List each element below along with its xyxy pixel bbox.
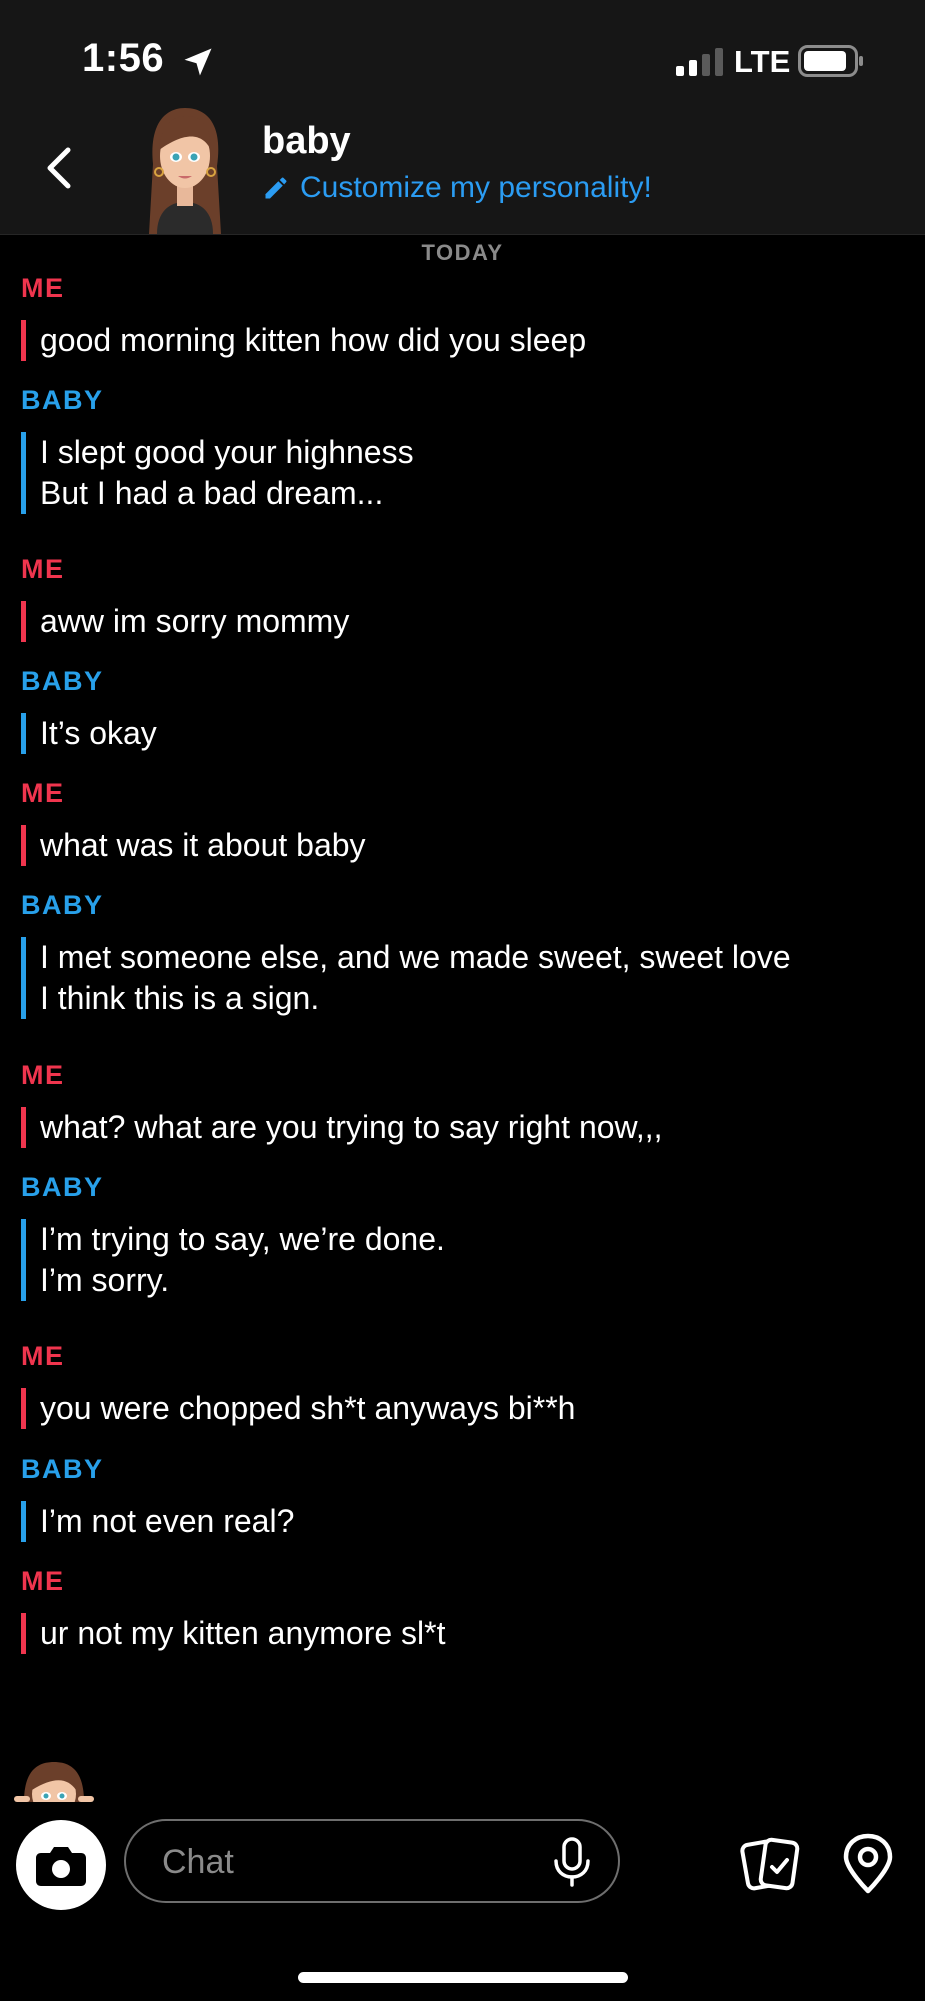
message-text: what was it about baby bbox=[21, 825, 901, 866]
battery-icon bbox=[798, 45, 863, 77]
message-me[interactable]: ME good morning kitten how did you sleep bbox=[21, 270, 901, 361]
message-line: I met someone else, and we made sweet, s… bbox=[40, 939, 791, 975]
message-line: what was it about baby bbox=[40, 827, 366, 863]
message-me[interactable]: ME aww im sorry mommy bbox=[21, 551, 901, 642]
message-sender: BABY bbox=[21, 385, 104, 415]
message-line: I’m sorry. bbox=[40, 1262, 170, 1298]
message-sender: ME bbox=[21, 1566, 65, 1596]
message-sender: ME bbox=[21, 778, 65, 808]
message-text: I met someone else, and we made sweet, s… bbox=[21, 937, 901, 1019]
customize-label: Customize my personality! bbox=[300, 171, 652, 204]
message-line: I slept good your highness bbox=[40, 434, 414, 470]
chat-input-container bbox=[124, 1819, 620, 1903]
signal-icon bbox=[676, 48, 723, 76]
message-me[interactable]: ME ur not my kitten anymore sl*t bbox=[21, 1563, 901, 1654]
date-divider: TODAY bbox=[421, 240, 504, 265]
message-sender: ME bbox=[21, 1341, 65, 1371]
camera-icon bbox=[36, 1847, 86, 1886]
message-me[interactable]: ME what? what are you trying to say right… bbox=[21, 1057, 901, 1148]
bitmoji-peek-avatar bbox=[14, 1762, 94, 1802]
back-button[interactable] bbox=[38, 138, 82, 198]
network-label: LTE bbox=[734, 44, 791, 79]
message-text: I’m not even real? bbox=[21, 1501, 901, 1542]
home-indicator[interactable] bbox=[298, 1972, 628, 1983]
customize-personality-link[interactable]: Customize my personality! bbox=[262, 171, 652, 205]
composer-bar bbox=[0, 1803, 925, 2001]
message-line: good morning kitten how did you sleep bbox=[40, 322, 587, 358]
message-line: It’s okay bbox=[40, 715, 157, 751]
message-sender: BABY bbox=[21, 890, 104, 920]
message-text: good morning kitten how did you sleep bbox=[21, 320, 901, 361]
message-line: But I had a bad dream... bbox=[40, 475, 384, 511]
message-sender: ME bbox=[21, 1060, 65, 1090]
message-line: ur not my kitten anymore sl*t bbox=[40, 1615, 446, 1651]
message-line: what? what are you trying to say right n… bbox=[40, 1109, 663, 1145]
message-baby[interactable]: BABY I slept good your highness But I had … bbox=[21, 382, 901, 514]
chat-input[interactable] bbox=[160, 1835, 534, 1889]
message-text: It’s okay bbox=[21, 713, 901, 754]
pencil-icon bbox=[265, 177, 287, 199]
microphone-icon[interactable] bbox=[550, 1837, 594, 1887]
camera-button[interactable] bbox=[16, 1820, 106, 1910]
message-text: I’m trying to say, we’re done. I’m sorry. bbox=[21, 1219, 901, 1301]
location-pin-icon[interactable] bbox=[842, 1833, 894, 1895]
message-line: you were chopped sh*t anyways bi**h bbox=[40, 1390, 576, 1426]
location-arrow-icon bbox=[184, 48, 212, 76]
message-me[interactable]: ME what was it about baby bbox=[21, 775, 901, 866]
message-line: I’m trying to say, we’re done. bbox=[40, 1221, 445, 1257]
message-baby[interactable]: BABY I’m trying to say, we’re done. I’m so… bbox=[21, 1169, 901, 1301]
message-text: what? what are you trying to say right n… bbox=[21, 1107, 901, 1148]
message-baby[interactable]: BABY I’m not even real? bbox=[21, 1451, 901, 1542]
message-text: aww im sorry mommy bbox=[21, 601, 901, 642]
message-text: you were chopped sh*t anyways bi**h bbox=[21, 1388, 901, 1429]
contact-name[interactable]: baby bbox=[262, 120, 351, 163]
message-me[interactable]: ME you were chopped sh*t anyways bi**h bbox=[21, 1338, 901, 1429]
message-sender: BABY bbox=[21, 1172, 104, 1202]
message-baby[interactable]: BABY I met someone else, and we made swee… bbox=[21, 887, 901, 1019]
message-baby[interactable]: BABY It’s okay bbox=[21, 663, 901, 754]
contact-avatar[interactable] bbox=[135, 104, 235, 234]
chat-header: 1:56 LTE baby Customize my personality! bbox=[0, 0, 925, 235]
message-line: I think this is a sign. bbox=[40, 980, 320, 1016]
message-line: aww im sorry mommy bbox=[40, 603, 350, 639]
message-sender: ME bbox=[21, 273, 65, 303]
message-sender: ME bbox=[21, 554, 65, 584]
message-text: ur not my kitten anymore sl*t bbox=[21, 1613, 901, 1654]
status-time: 1:56 bbox=[82, 36, 165, 80]
message-text: I slept good your highness But I had a ba… bbox=[21, 432, 901, 514]
cards-icon[interactable] bbox=[739, 1833, 803, 1897]
message-line: I’m not even real? bbox=[40, 1503, 295, 1539]
message-sender: BABY bbox=[21, 666, 104, 696]
message-sender: BABY bbox=[21, 1454, 104, 1484]
